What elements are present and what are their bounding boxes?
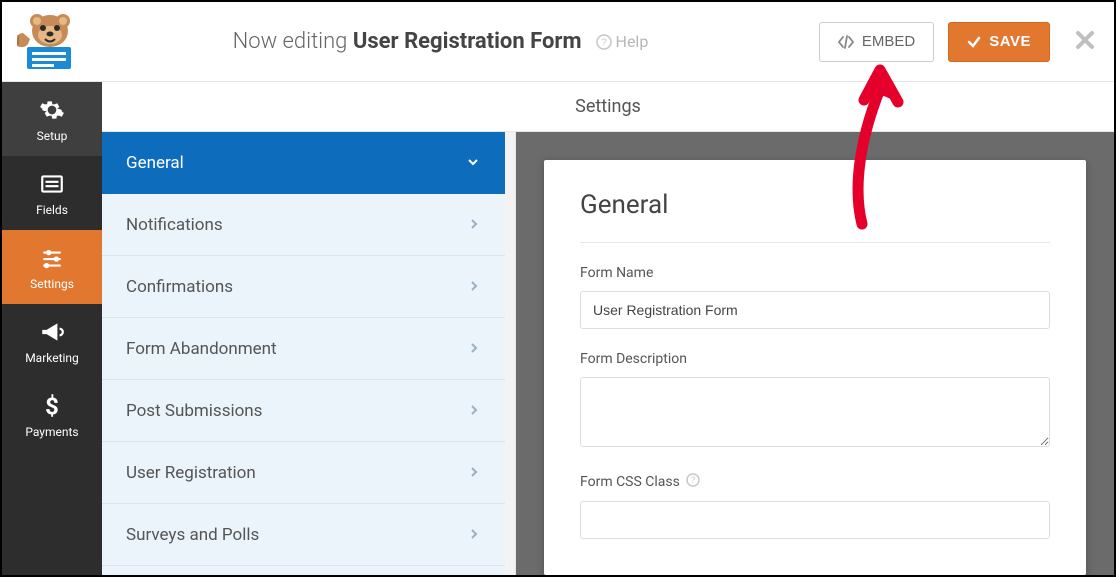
check-icon	[967, 35, 981, 49]
form-description-input[interactable]	[580, 377, 1050, 447]
nav-payments[interactable]: $ Payments	[2, 378, 102, 452]
settings-panel[interactable]: General Notifications Confirmations Form…	[102, 132, 516, 575]
chevron-right-icon	[469, 525, 479, 545]
nav-label: Setup	[2, 129, 102, 143]
embed-button[interactable]: EMBED	[819, 22, 934, 62]
save-button[interactable]: SAVE	[948, 22, 1050, 62]
dollar-icon: $	[2, 393, 102, 419]
embed-label: EMBED	[862, 33, 915, 50]
help-icon[interactable]: ?	[686, 473, 700, 491]
panel-item-label: Surveys and Polls	[126, 525, 259, 545]
editing-form-title: User Registration Form	[353, 29, 582, 54]
svg-text:?: ?	[601, 37, 607, 48]
section-title: General	[580, 190, 1050, 220]
chevron-down-icon	[467, 153, 479, 173]
left-nav: Setup Fields Settings Marketing $ Paymen…	[2, 82, 102, 575]
form-description-label: Form Description	[580, 351, 1050, 367]
panel-item-surveys-polls[interactable]: Surveys and Polls	[102, 504, 505, 566]
svg-text:$: $	[45, 393, 59, 419]
bullhorn-icon	[2, 319, 102, 345]
gear-icon	[2, 97, 102, 123]
top-bar: Now editing User Registration Form ? Hel…	[2, 2, 1114, 82]
panel-item-label: Post Submissions	[126, 401, 262, 421]
nav-label: Marketing	[2, 351, 102, 365]
nav-marketing[interactable]: Marketing	[2, 304, 102, 378]
list-icon	[2, 171, 102, 197]
main-area: Settings General Notifications Confirmat…	[102, 82, 1114, 575]
panel-item-notifications[interactable]: Notifications	[102, 194, 505, 256]
panel-item-label: General	[126, 153, 184, 173]
nav-setup[interactable]: Setup	[2, 82, 102, 156]
form-name-input[interactable]	[580, 291, 1050, 329]
header-center: Now editing User Registration Form ? Hel…	[62, 29, 819, 54]
help-icon: ?	[596, 34, 612, 50]
sub-header: Settings	[102, 82, 1114, 132]
chevron-right-icon	[469, 401, 479, 421]
editing-prefix: Now editing	[233, 29, 348, 54]
close-button[interactable]	[1074, 29, 1096, 55]
panel-item-form-abandonment[interactable]: Form Abandonment	[102, 318, 505, 380]
chevron-right-icon	[469, 463, 479, 483]
save-label: SAVE	[989, 33, 1031, 50]
divider	[580, 242, 1050, 243]
panel-item-label: User Registration	[126, 463, 256, 483]
main-body: General Notifications Confirmations Form…	[102, 132, 1114, 575]
form-css-group: Form CSS Class ?	[580, 473, 1050, 539]
settings-card: General Form Name Form Description Form …	[544, 160, 1086, 575]
panel-item-label: Notifications	[126, 215, 223, 235]
help-link[interactable]: ? Help	[596, 32, 649, 51]
panel-item-post-submissions[interactable]: Post Submissions	[102, 380, 505, 442]
form-css-label-text: Form CSS Class	[580, 474, 680, 490]
help-label: Help	[616, 32, 649, 51]
close-icon	[1074, 29, 1096, 51]
nav-fields[interactable]: Fields	[2, 156, 102, 230]
form-css-input[interactable]	[580, 501, 1050, 539]
form-name-group: Form Name	[580, 265, 1050, 329]
code-icon	[838, 35, 854, 49]
panel-item-label: Form Abandonment	[126, 339, 277, 359]
top-actions: EMBED SAVE	[819, 22, 1096, 62]
chevron-right-icon	[469, 339, 479, 359]
panel-item-general[interactable]: General	[102, 132, 505, 194]
preview-canvas: General Form Name Form Description Form …	[516, 132, 1114, 575]
editing-label: Now editing User Registration Form	[233, 29, 582, 54]
chevron-right-icon	[469, 215, 479, 235]
sliders-icon	[2, 245, 102, 271]
chevron-right-icon	[469, 277, 479, 297]
panel-item-confirmations[interactable]: Confirmations	[102, 256, 505, 318]
form-css-label: Form CSS Class ?	[580, 473, 1050, 491]
workspace: Setup Fields Settings Marketing $ Paymen…	[2, 82, 1114, 575]
nav-label: Fields	[2, 203, 102, 217]
panel-item-user-registration[interactable]: User Registration	[102, 442, 505, 504]
form-description-group: Form Description	[580, 351, 1050, 451]
nav-label: Settings	[2, 277, 102, 291]
panel-item-label: Confirmations	[126, 277, 233, 297]
svg-text:?: ?	[691, 476, 695, 486]
subheader-title: Settings	[575, 96, 641, 117]
nav-settings[interactable]: Settings	[2, 230, 102, 304]
form-name-label: Form Name	[580, 265, 1050, 281]
nav-label: Payments	[2, 425, 102, 439]
